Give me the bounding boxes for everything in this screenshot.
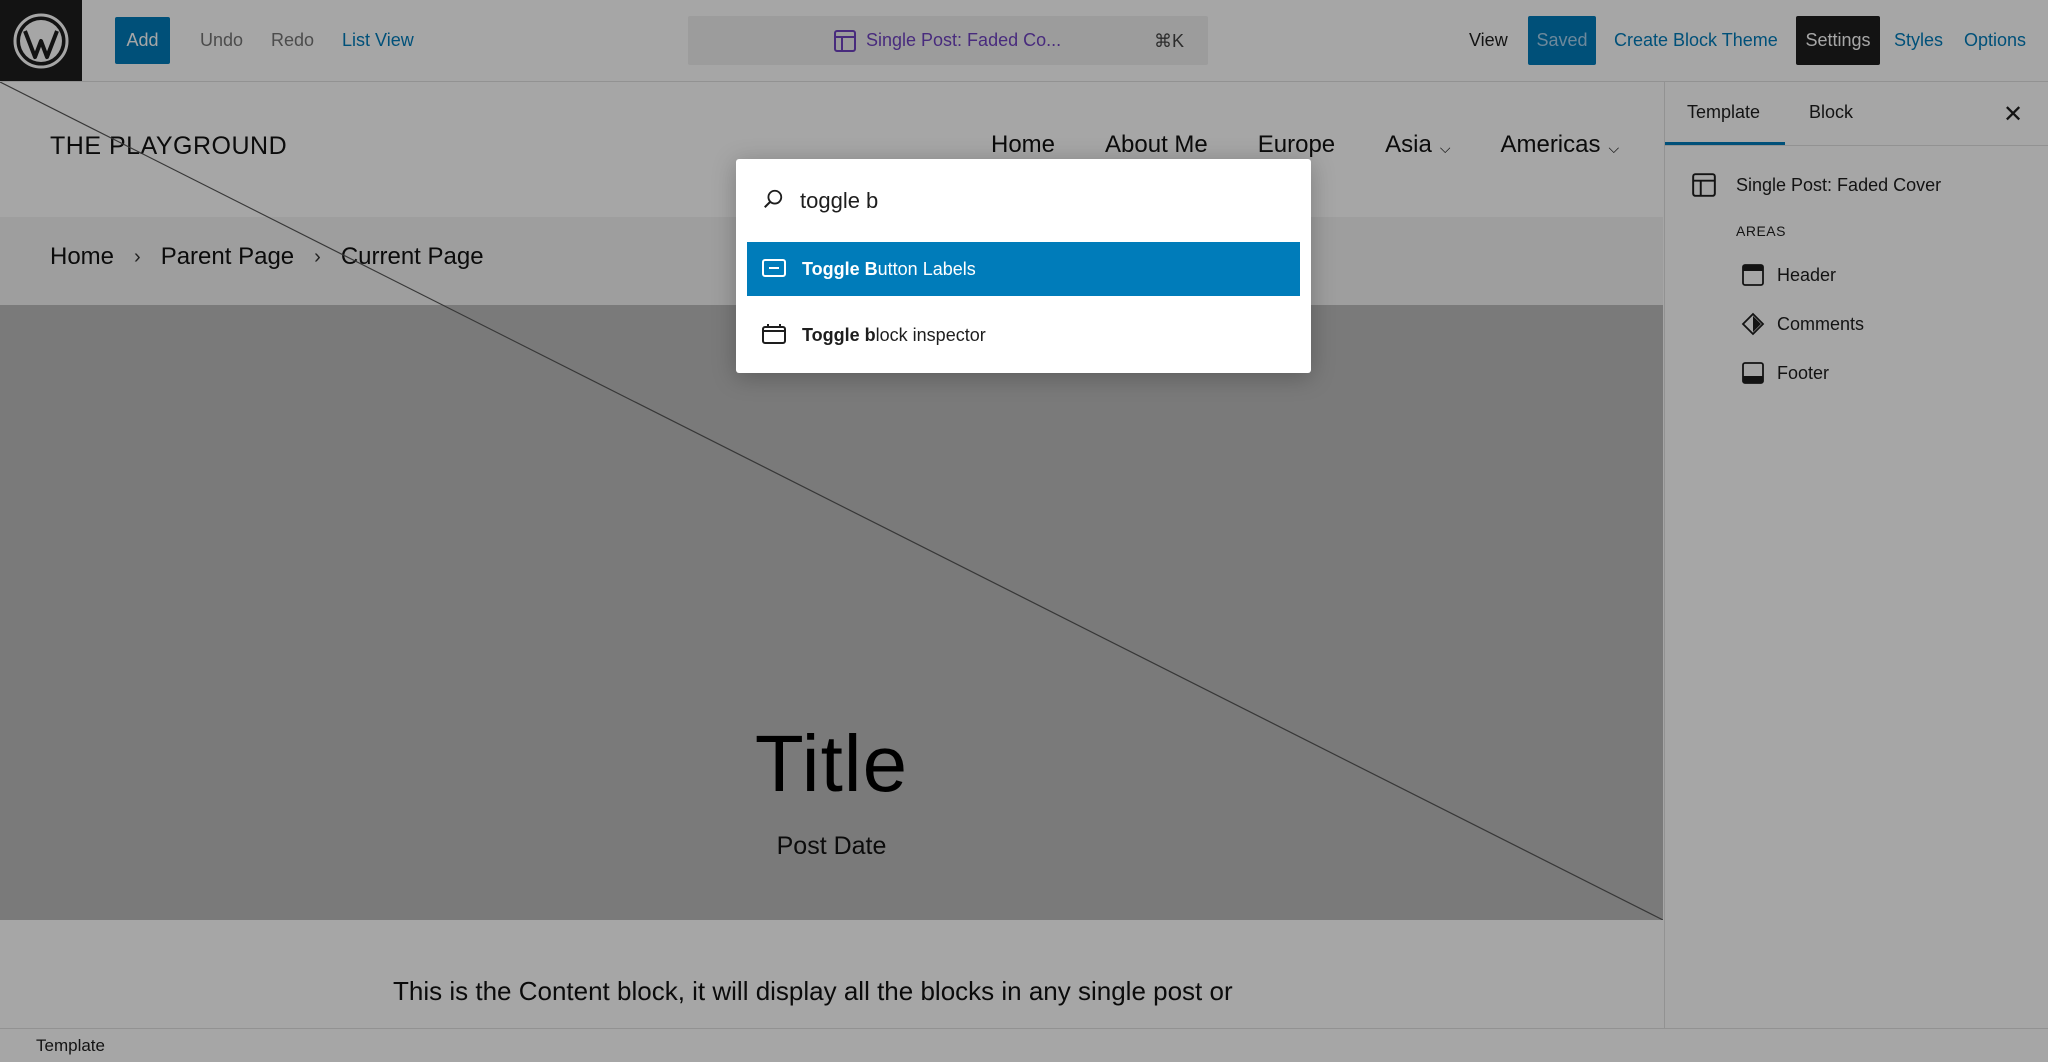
command-result-rest: lock inspector (875, 325, 986, 345)
search-icon (762, 188, 784, 215)
command-result-match: Toggle b (802, 325, 876, 345)
command-result-label: Toggle Button Labels (802, 259, 976, 280)
command-palette: Toggle Button Labels Toggle block inspec… (736, 159, 1311, 373)
command-result-label: Toggle block inspector (802, 325, 986, 346)
command-result-toggle-button-labels[interactable]: Toggle Button Labels (747, 242, 1300, 296)
command-result-toggle-block-inspector[interactable]: Toggle block inspector (747, 308, 1300, 362)
inspector-icon (762, 324, 786, 344)
button-icon (762, 259, 786, 277)
command-result-rest: utton Labels (877, 259, 976, 279)
command-result-match: Toggle B (802, 259, 878, 279)
command-search-input[interactable] (800, 181, 1280, 221)
